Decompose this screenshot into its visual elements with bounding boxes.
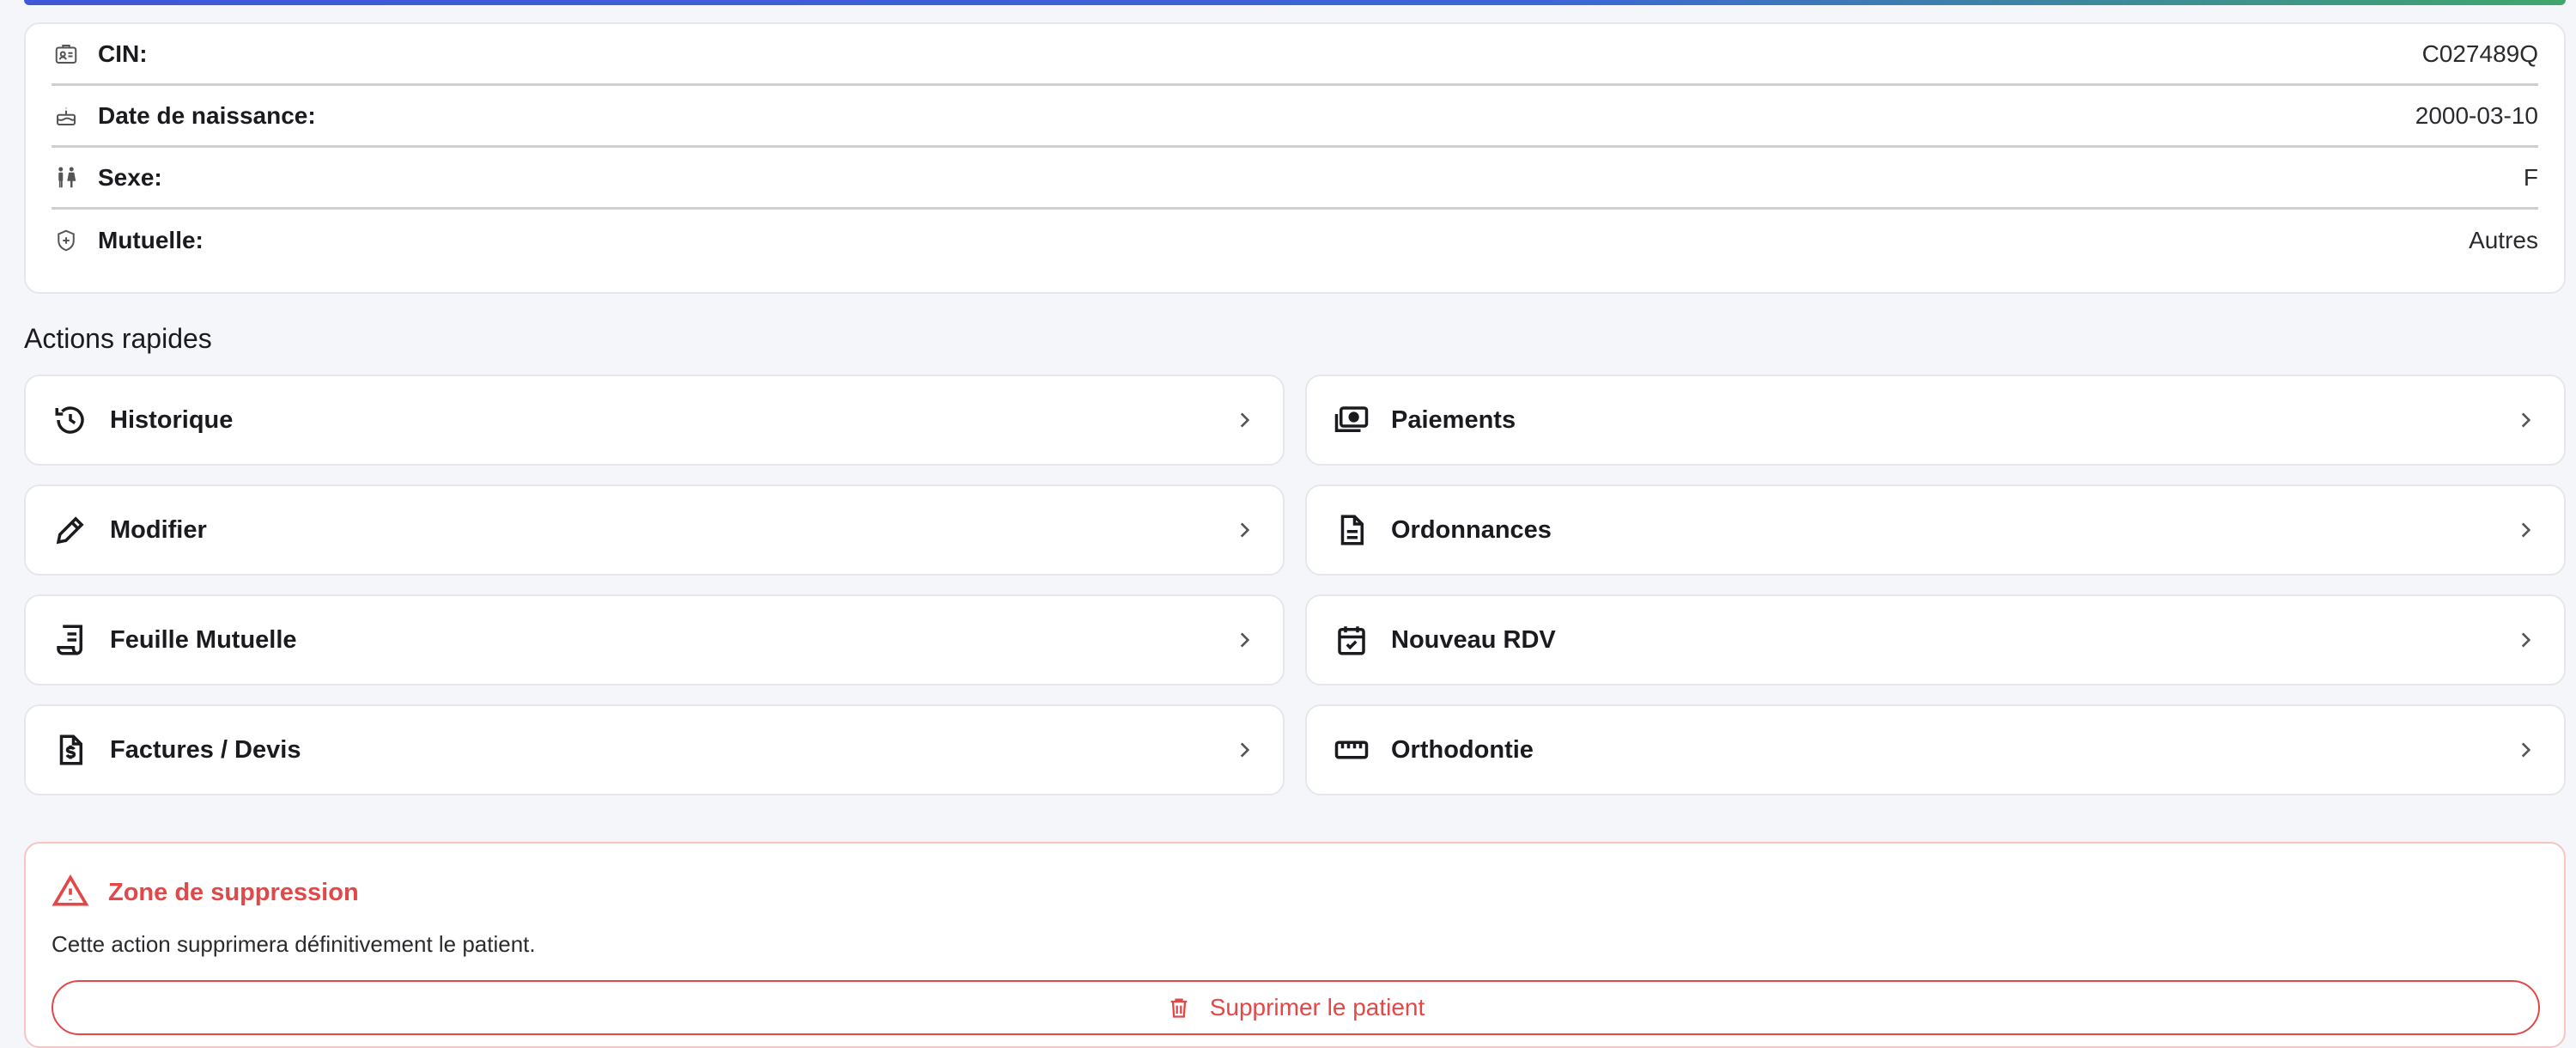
- trash-icon: [1167, 995, 1193, 1021]
- delete-patient-label: Supprimer le patient: [1209, 994, 1425, 1021]
- info-row-mutuelle: Mutuelle: Autres: [52, 210, 2538, 271]
- action-modifier[interactable]: Modifier: [24, 484, 1285, 576]
- info-value: F: [2523, 163, 2538, 191]
- chevron-right-icon: [2512, 737, 2538, 763]
- danger-zone-title: Zone de suppression: [108, 878, 359, 906]
- quick-actions-grid: Historique Paiements Modifier Ordonnance…: [24, 375, 2566, 795]
- info-label: Sexe:: [98, 163, 162, 191]
- chevron-right-icon: [1231, 517, 1257, 543]
- id-card-icon: [52, 40, 81, 69]
- action-historique[interactable]: Historique: [24, 375, 1285, 466]
- info-label: Date de naissance:: [98, 101, 316, 129]
- action-label: Historique: [110, 405, 234, 434]
- action-label: Paiements: [1391, 405, 1516, 434]
- receipt-icon: [52, 621, 89, 659]
- danger-zone-text: Cette action supprimera définitivement l…: [52, 931, 536, 957]
- history-icon: [52, 401, 89, 439]
- calendar-check-icon: [1333, 621, 1370, 659]
- info-row-sex: Sexe: F: [52, 148, 2538, 210]
- action-orthodontie[interactable]: Orthodontie: [1305, 704, 2566, 795]
- chevron-right-icon: [1231, 407, 1257, 433]
- warning-icon: [52, 873, 91, 912]
- invoice-dollar-icon: [52, 731, 89, 769]
- action-label: Nouveau RDV: [1391, 625, 1556, 654]
- info-row-cin: CIN: C027489Q: [52, 24, 2538, 86]
- info-label: Mutuelle:: [98, 227, 204, 253]
- delete-patient-button[interactable]: Supprimer le patient: [52, 980, 2540, 1035]
- danger-zone-card: Zone de suppression Cette action supprim…: [24, 842, 2566, 1048]
- gender-icon: [52, 163, 81, 192]
- quick-actions-title: Actions rapides: [24, 323, 212, 354]
- pencil-icon: [52, 511, 89, 549]
- action-label: Feuille Mutuelle: [110, 625, 297, 654]
- action-factures-devis[interactable]: Factures / Devis: [24, 704, 1285, 795]
- cake-icon: [52, 101, 81, 131]
- ruler-icon: [1333, 731, 1370, 769]
- patient-info-card: CIN: C027489Q Date de naissance: 2000-03…: [24, 22, 2566, 294]
- shield-plus-icon: [52, 226, 81, 255]
- chevron-right-icon: [2512, 517, 2538, 543]
- chevron-right-icon: [2512, 407, 2538, 433]
- action-label: Orthodontie: [1391, 735, 1534, 764]
- payments-icon: [1333, 401, 1370, 439]
- info-value: C027489Q: [2421, 40, 2538, 67]
- info-value: Autres: [2469, 227, 2538, 253]
- info-label: CIN:: [98, 40, 148, 67]
- action-paiements[interactable]: Paiements: [1305, 375, 2566, 466]
- action-ordonnances[interactable]: Ordonnances: [1305, 484, 2566, 576]
- chevron-right-icon: [1231, 627, 1257, 653]
- action-nouveau-rdv[interactable]: Nouveau RDV: [1305, 594, 2566, 685]
- danger-zone-header: Zone de suppression: [52, 873, 2538, 912]
- action-label: Factures / Devis: [110, 735, 301, 764]
- info-value: 2000-03-10: [2415, 101, 2538, 129]
- header-accent-bar: [24, 0, 2566, 5]
- chevron-right-icon: [1231, 737, 1257, 763]
- action-feuille-mutuelle[interactable]: Feuille Mutuelle: [24, 594, 1285, 685]
- action-label: Modifier: [110, 515, 207, 544]
- chevron-right-icon: [2512, 627, 2538, 653]
- info-row-birthdate: Date de naissance: 2000-03-10: [52, 86, 2538, 148]
- document-icon: [1333, 511, 1370, 549]
- action-label: Ordonnances: [1391, 515, 1552, 544]
